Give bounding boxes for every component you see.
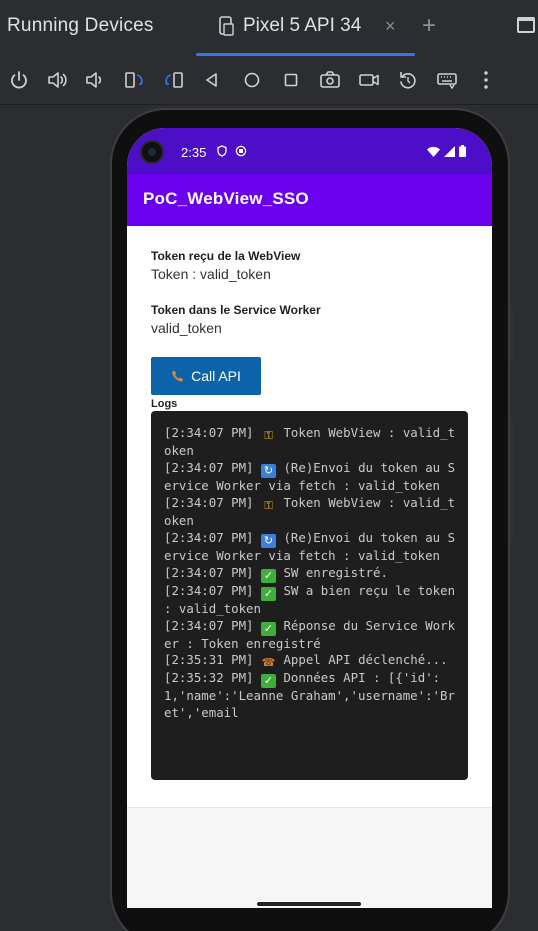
log-timestamp: [2:34:07 PM]: [164, 564, 254, 580]
status-time: 2:35: [181, 145, 207, 160]
front-camera: [140, 140, 164, 164]
signal-icon: [444, 145, 455, 157]
telephone-icon: [172, 370, 184, 382]
home-icon[interactable]: [239, 67, 265, 93]
log-message: SW enregistré.: [283, 564, 388, 580]
log-entry: [2:34:07 PM] ✓ Réponse du Service Worker…: [164, 618, 458, 653]
checkmark-icon: ✓: [261, 621, 276, 636]
log-timestamp: [2:34:07 PM]: [164, 617, 254, 633]
tab-label: Pixel 5 API 34: [243, 15, 362, 36]
log-entry: [2:34:07 PM] ⚿ Token WebView : valid_tok…: [164, 425, 458, 460]
call-api-label: Call API: [191, 368, 241, 384]
telephone-icon: ☎: [261, 656, 276, 670]
close-tab-icon[interactable]: ×: [385, 16, 396, 37]
webview-content: Token reçu de la WebView Token : valid_t…: [127, 226, 492, 806]
log-entry: [2:35:31 PM] ☎ Appel API déclenché...: [164, 652, 458, 670]
tab-pixel-5[interactable]: Pixel 5 API 34 ×: [196, 0, 415, 56]
checkmark-icon: ✓: [261, 586, 276, 601]
webview-token-value: Token : valid_token: [151, 266, 271, 282]
log-timestamp: [2:34:07 PM]: [164, 494, 254, 510]
power-side-button: [510, 420, 514, 540]
device-toolbar: [0, 57, 538, 105]
log-timestamp: [2:34:07 PM]: [164, 529, 254, 545]
screen-record-icon[interactable]: [356, 67, 382, 93]
log-entry: [2:34:07 PM] ↻ (Re)Envoi du token au Ser…: [164, 530, 458, 565]
status-right-group: [427, 145, 466, 157]
refresh-icon: ↻: [261, 533, 276, 548]
power-icon[interactable]: [6, 67, 32, 93]
sw-token-label: Token dans le Service Worker: [151, 303, 321, 317]
log-entry: [2:34:07 PM] ✓ SW enregistré.: [164, 565, 458, 583]
rotate-left-icon[interactable]: [121, 67, 147, 93]
log-timestamp: [2:35:32 PM]: [164, 670, 254, 686]
log-entry: [2:34:07 PM] ↻ (Re)Envoi du token au Ser…: [164, 460, 458, 495]
add-tab-icon[interactable]: +: [422, 12, 436, 40]
log-timestamp: [2:35:31 PM]: [164, 652, 254, 668]
webview-bottom-area: [127, 807, 492, 908]
battery-icon: [459, 145, 466, 157]
maximize-icon[interactable]: [517, 17, 535, 33]
webview-token-label: Token reçu de la WebView: [151, 249, 301, 263]
status-bar: 2:35: [127, 128, 492, 174]
log-entry: [2:34:07 PM] ✓ SW a bien reçu le token :…: [164, 583, 458, 618]
log-timestamp: [2:34:07 PM]: [164, 582, 254, 598]
wifi-icon: [427, 146, 440, 157]
log-timestamp: [2:34:07 PM]: [164, 459, 254, 475]
notification-icon: [235, 145, 247, 157]
volume-down-icon[interactable]: [82, 67, 108, 93]
log-entry: [2:35:32 PM] ✓ Données API : [{'id':1,'n…: [164, 670, 458, 722]
shield-icon: [217, 145, 227, 157]
logs-console[interactable]: [2:34:07 PM] ⚿ Token WebView : valid_tok…: [151, 411, 468, 780]
overview-icon[interactable]: [278, 67, 304, 93]
reset-icon[interactable]: [395, 67, 421, 93]
logs-label: Logs: [151, 398, 178, 410]
running-devices-tabbar: Running Devices Pixel 5 API 34 × +: [0, 0, 538, 56]
device-phone-icon: [219, 16, 234, 36]
log-entry: [2:34:07 PM] ⚿ Token WebView : valid_tok…: [164, 495, 458, 530]
active-tab-indicator: [196, 53, 415, 56]
more-icon[interactable]: [473, 67, 499, 93]
log-message: Appel API déclenché...: [283, 652, 448, 668]
volume-up-icon[interactable]: [44, 67, 70, 93]
panel-title: Running Devices: [7, 15, 154, 36]
checkmark-icon: ✓: [261, 674, 276, 689]
volume-side-button: [510, 307, 514, 363]
checkmark-icon: ✓: [261, 568, 276, 583]
rotate-right-icon[interactable]: [161, 67, 187, 93]
device-screen[interactable]: 2:35 PoC_WebView_SSO Token reçu de la We…: [127, 128, 492, 908]
screenshot-icon[interactable]: [317, 67, 343, 93]
sw-token-value: valid_token: [151, 320, 222, 336]
log-timestamp: [2:34:07 PM]: [164, 425, 254, 440]
keyboard-icon[interactable]: [434, 67, 460, 93]
refresh-icon: ↻: [261, 463, 276, 478]
app-bar: PoC_WebView_SSO: [127, 174, 492, 226]
key-icon: ⚿: [264, 498, 273, 512]
call-api-button[interactable]: Call API: [151, 357, 261, 395]
back-icon[interactable]: [199, 67, 225, 93]
app-title: PoC_WebView_SSO: [143, 189, 309, 208]
gesture-nav-handle[interactable]: [257, 902, 361, 906]
key-icon: ⚿: [264, 429, 273, 442]
